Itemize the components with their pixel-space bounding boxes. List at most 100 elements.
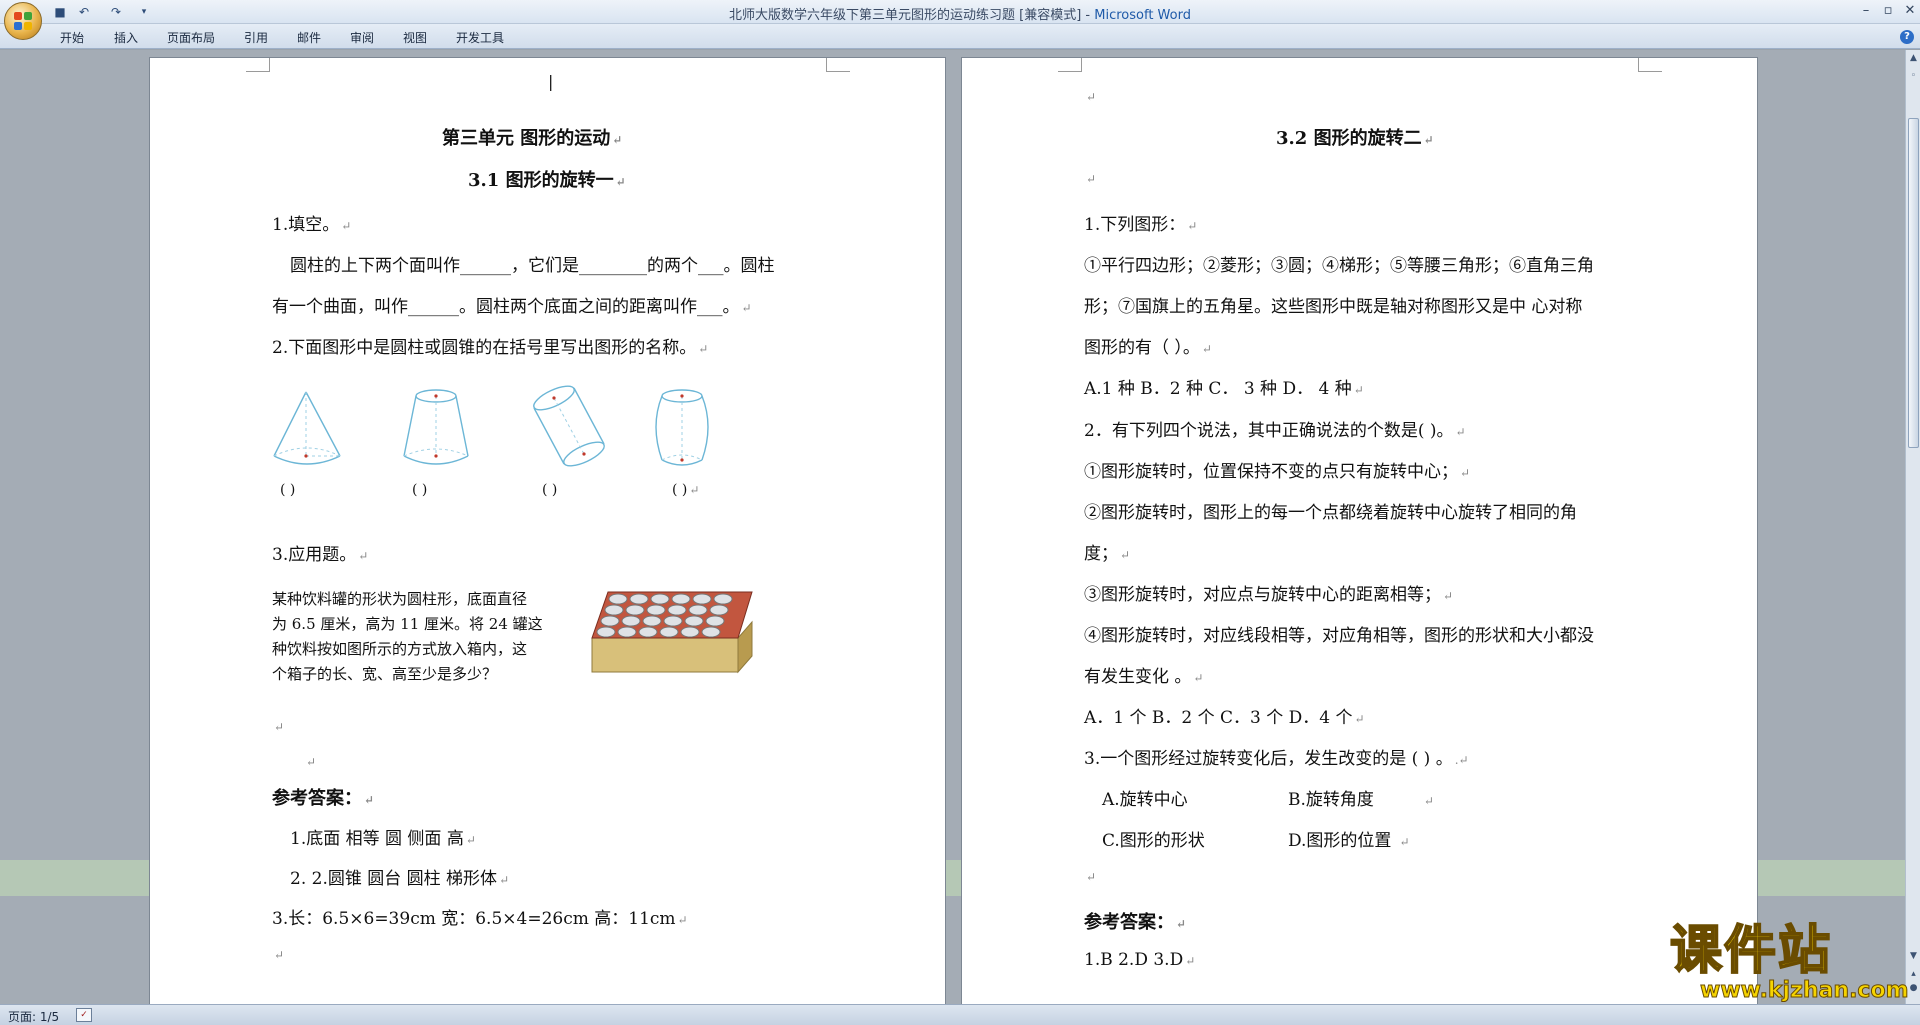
- can-top: [688, 604, 708, 616]
- paragraph-mark: ↵: [1086, 90, 1097, 104]
- can-top: [642, 615, 662, 627]
- tab-review[interactable]: 审阅: [350, 29, 374, 46]
- tab-page-layout[interactable]: 页面布局: [167, 29, 215, 46]
- question-3-text: 为 6.5 厘米，高为 11 厘米。将 24 罐这: [272, 615, 543, 633]
- question-1-title: 1.填空。 ↵: [272, 215, 352, 235]
- lesson-title: 3.2 图形的旋转二 ↵: [1276, 128, 1434, 149]
- question-1-line: ①平行四边形；②菱形；③圆；④梯形；⑤等腰三角形；⑥直角三角: [1084, 256, 1594, 276]
- shape-blank: ( ) ↵: [672, 482, 700, 498]
- question-3-text: 个箱子的长、宽、高至少是多少？: [272, 665, 498, 683]
- cone-shape: [273, 391, 341, 465]
- can-top: [604, 604, 624, 616]
- crop-mark: [246, 58, 270, 72]
- question-1-line: 形；⑦国旗上的五角星。这些图形中既是轴对称图形又是中 心对称: [1084, 297, 1583, 317]
- shape-blank: ( ): [280, 482, 296, 498]
- watermark-url: www.kjzhan.com: [1700, 978, 1910, 1004]
- crop-mark: [1058, 58, 1082, 72]
- can-top: [638, 626, 658, 638]
- can-top: [600, 615, 620, 627]
- can-top: [709, 604, 729, 616]
- question-2-item: ④图形旋转时，对应线段相等，对应角相等，图形的形状和大小都没: [1084, 626, 1594, 646]
- vertical-scrollbar[interactable]: ▲ ◦ ▼ ▴ ●: [1905, 50, 1920, 1004]
- can-box-image: [591, 591, 753, 674]
- unit-title: 第三单元 图形的运动 ↵: [442, 128, 623, 149]
- question-2-title: 2．有下列四个说法，其中正确说法的个数是( )。 ↵: [1084, 421, 1466, 441]
- can-top: [680, 626, 700, 638]
- question-2-options: A．1 个 B．2 个 C．3 个 D．4 个 ↵: [1084, 708, 1365, 728]
- can-top: [629, 593, 649, 605]
- paragraph-mark: ↵: [306, 755, 317, 769]
- ribbon-tabs: 开始 插入 页面布局 引用 邮件 审阅 视图 开发工具 ?: [0, 24, 1920, 49]
- tab-references[interactable]: 引用: [244, 29, 268, 46]
- tab-developer[interactable]: 开发工具: [456, 29, 504, 46]
- crop-mark: [1638, 58, 1662, 72]
- frustum-shape: [403, 389, 469, 465]
- question-1-line: 圆柱的上下两个面叫作______，它们是________的两个___。圆柱: [290, 256, 775, 276]
- watermark: 课件站 www.kjzhan.com: [1669, 921, 1910, 1004]
- answer-title: 参考答案： ↵: [1084, 912, 1187, 933]
- tab-mailings[interactable]: 邮件: [297, 29, 321, 46]
- can-top: [705, 615, 725, 627]
- paragraph-mark: ↵: [274, 948, 285, 962]
- scroll-thumb[interactable]: [1908, 118, 1919, 448]
- app-name: Microsoft Word: [1094, 8, 1191, 23]
- can-top: [667, 604, 687, 616]
- question-3-option: C.图形的形状: [1102, 831, 1205, 851]
- restore-icon[interactable]: ▫: [1877, 2, 1899, 20]
- can-top: [692, 593, 712, 605]
- can-top: [625, 604, 645, 616]
- question-2-item: ①图形旋转时，位置保持不变的点只有旋转中心； ↵: [1084, 462, 1471, 482]
- question-3-option: A.旋转中心: [1102, 790, 1188, 810]
- question-1-line: 有一个曲面，叫作______。圆柱两个底面之间的距离叫作___。 ↵: [272, 297, 752, 317]
- answer-line: 3.长：6.5×6=39cm 宽：6.5×4=26cm 高：11cm ↵: [272, 909, 688, 929]
- proofing-icon[interactable]: ✓: [76, 1008, 92, 1022]
- office-button[interactable]: [4, 2, 42, 40]
- can-top: [713, 593, 733, 605]
- ruler-toggle-icon[interactable]: ◦: [1907, 70, 1920, 83]
- window-title: 北师大版数学六年级下第三单元图形的运动练习题 [兼容模式] - Microsof…: [0, 4, 1920, 23]
- answer-line: 1.B 2.D 3.D ↵: [1084, 950, 1196, 970]
- question-3-option: D.图形的位置 ↵: [1288, 831, 1410, 851]
- paragraph-mark: ↵: [1086, 870, 1097, 884]
- question-3-text: 种饮料按如图所示的方式放入箱内，这: [272, 640, 528, 658]
- minimize-icon[interactable]: –: [1855, 2, 1877, 20]
- question-1-options: A.1 种 B．2 种 C． 3 种 D． 4 种 ↵: [1084, 379, 1364, 399]
- tab-insert[interactable]: 插入: [114, 29, 138, 46]
- question-3-title: 3.一个图形经过旋转变化后，发生改变的是 ( ) 。 .↵: [1084, 749, 1469, 769]
- page-left[interactable]: | 第三单元 图形的运动 ↵ 3.1 图形的旋转一 ↵ 1.填空。 ↵ 圆柱的上下两个…: [150, 58, 945, 1004]
- scroll-up-icon[interactable]: ▲: [1907, 52, 1920, 65]
- shape-blank: ( ): [542, 482, 558, 498]
- lesson-title: 3.1 图形的旋转一 ↵: [468, 170, 626, 191]
- office-logo-icon: [14, 12, 32, 30]
- watermark-brand: 课件站: [1669, 921, 1833, 981]
- question-2-item: ②图形旋转时，图形上的每一个点都绕着旋转中心旋转了相同的角: [1084, 503, 1577, 523]
- page-count[interactable]: 页面: 1/5: [8, 1008, 59, 1025]
- can-top: [608, 593, 628, 605]
- can-top: [596, 626, 616, 638]
- question-3-option: B.旋转角度 ↵: [1288, 790, 1434, 810]
- can-top: [659, 626, 679, 638]
- shape-blank: ( ): [412, 482, 428, 498]
- question-2-item: 度； ↵: [1084, 544, 1131, 564]
- can-top: [621, 615, 641, 627]
- can-top: [617, 626, 637, 638]
- page-right[interactable]: ↵ 3.2 图形的旋转二 ↵ ↵ 1.下列图形： ↵ ①平行四边形；②菱形；③圆；④…: [962, 58, 1757, 1004]
- document-workspace: | 第三单元 图形的运动 ↵ 3.1 图形的旋转一 ↵ 1.填空。 ↵ 圆柱的上下两个…: [0, 50, 1905, 1004]
- question-1-title: 1.下列图形： ↵: [1084, 215, 1198, 235]
- tilted-cylinder-shape: [533, 385, 605, 467]
- tab-home[interactable]: 开始: [60, 29, 84, 46]
- question-2-item: ③图形旋转时，对应点与旋转中心的距离相等； ↵: [1084, 585, 1454, 605]
- question-2-title: 2.下面图形中是圆柱或圆锥的在括号里写出图形的名称。 ↵: [272, 338, 709, 358]
- can-top: [684, 615, 704, 627]
- barrel-shape: [655, 389, 709, 466]
- tab-view[interactable]: 视图: [403, 29, 427, 46]
- question-3-text: 某种饮料罐的形状为圆柱形，底面直径: [272, 590, 528, 608]
- can-top: [701, 626, 721, 638]
- answer-line: 1.底面 相等 圆 侧面 高 ↵: [290, 829, 476, 849]
- help-icon[interactable]: ?: [1900, 30, 1914, 44]
- question-2-item: 有发生变化 。 ↵: [1084, 667, 1204, 687]
- question-3-title: 3.应用题。 ↵: [272, 545, 369, 565]
- answer-line: 2. 2.圆锥 圆台 圆柱 梯形体 ↵: [290, 869, 510, 889]
- close-icon[interactable]: ✕: [1899, 2, 1920, 20]
- can-top: [650, 593, 670, 605]
